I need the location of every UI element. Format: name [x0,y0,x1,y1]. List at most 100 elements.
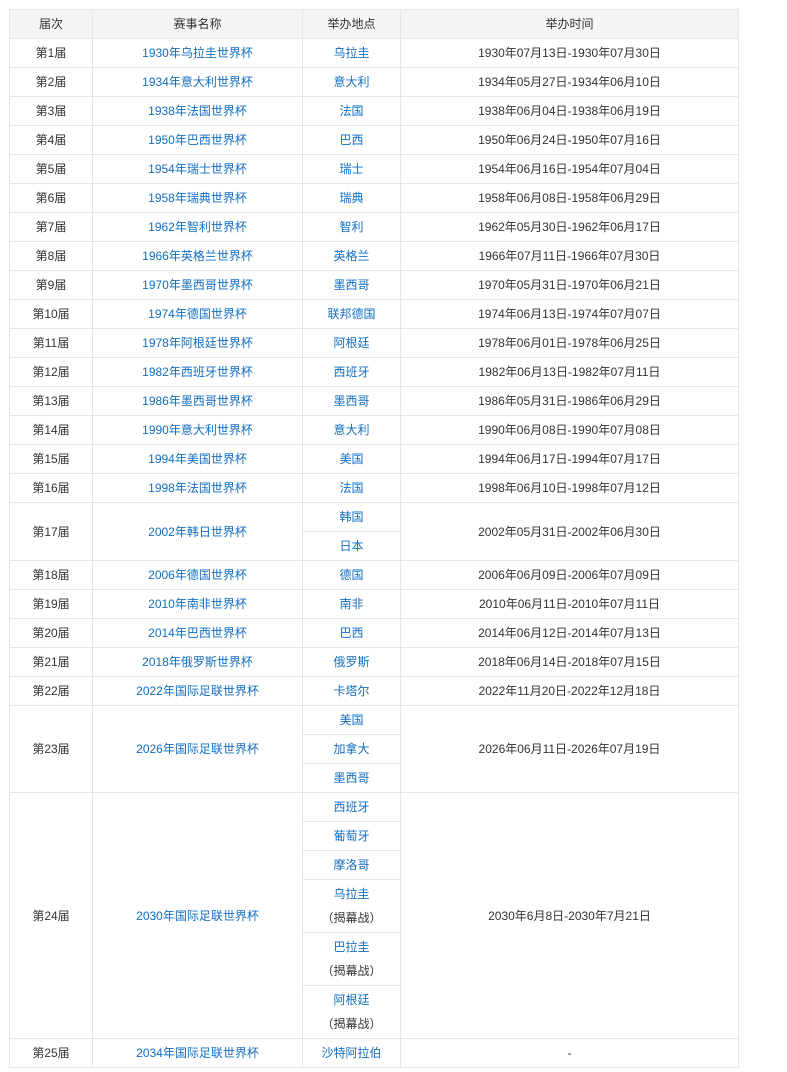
table-row: 第8届 1966年英格兰世界杯 英格兰 1966年07月11日-1966年07月30日 [9,241,739,271]
dates-cell: 2018年06月14日-2018年07月15日 [400,647,739,677]
table-row: 第1届 1930年乌拉圭世界杯 乌拉圭 1930年07月13日-1930年07月30日 [9,38,739,68]
header-dates: 举办时间 [400,9,739,39]
host-country-link[interactable]: 日本 [302,531,401,561]
host-country-name[interactable]: 阿根廷 [333,993,369,1007]
host-country-link[interactable]: 韩国 [302,502,401,532]
event-name-link[interactable]: 2002年韩日世界杯 [92,502,303,561]
host-country-link[interactable]: 墨西哥 [302,386,401,416]
host-country-link[interactable]: 乌拉圭 （揭幕战） [302,879,401,933]
dates-cell: 2010年06月11日-2010年07月11日 [400,589,739,619]
event-name-link[interactable]: 1950年巴西世界杯 [92,125,303,155]
event-name-link[interactable]: 1954年瑞士世界杯 [92,154,303,184]
host-country-link[interactable]: 意大利 [302,67,401,97]
host-country-link[interactable]: 智利 [302,212,401,242]
host-country-link[interactable]: 西班牙 [302,357,401,387]
host-country-name[interactable]: 乌拉圭 [333,887,369,901]
event-name-link[interactable]: 1934年意大利世界杯 [92,67,303,97]
dates-cell: 2002年05月31日-2002年06月30日 [400,502,739,561]
edition-cell: 第13届 [9,386,93,416]
event-name-link[interactable]: 1994年美国世界杯 [92,444,303,474]
event-name-link[interactable]: 2034年国际足联世界杯 [92,1038,303,1068]
host-country-link[interactable]: 英格兰 [302,241,401,271]
header-event-name: 赛事名称 [92,9,303,39]
host-country-link[interactable]: 乌拉圭 [302,38,401,68]
table-row: 第18届 2006年德国世界杯 德国 2006年06月09日-2006年07月09日 [9,560,739,590]
host-country-link[interactable]: 瑞士 [302,154,401,184]
host-country-link[interactable]: 墨西哥 [302,763,401,793]
edition-cell: 第11届 [9,328,93,358]
host-country-link[interactable]: 卡塔尔 [302,676,401,706]
event-name-link[interactable]: 1974年德国世界杯 [92,299,303,329]
table-row: 第7届 1962年智利世界杯 智利 1962年05月30日-1962年06月17日 [9,212,739,242]
host-country-link[interactable]: 俄罗斯 [302,647,401,677]
event-name-link[interactable]: 2026年国际足联世界杯 [92,705,303,793]
dates-cell: 1958年06月08日-1958年06月29日 [400,183,739,213]
table-row: 第6届 1958年瑞典世界杯 瑞典 1958年06月08日-1958年06月29日 [9,183,739,213]
dates-cell: 1962年05月30日-1962年06月17日 [400,212,739,242]
host-country-link[interactable]: 阿根廷 [302,328,401,358]
host-country-link[interactable]: 摩洛哥 [302,850,401,880]
host-note: （揭幕战） [321,911,382,925]
host-country-link[interactable]: 联邦德国 [302,299,401,329]
table-row: 第17届 2002年韩日世界杯 韩国 2002年05月31日-2002年06月30日 [9,502,739,561]
table-row: 第16届 1998年法国世界杯 法国 1998年06月10日-1998年07月12日 [9,473,739,503]
host-country-link[interactable]: 巴拉圭 （揭幕战） [302,932,401,986]
header-row: 届次 赛事名称 举办地点 举办时间 [9,9,739,39]
event-name-link[interactable]: 1962年智利世界杯 [92,212,303,242]
event-name-link[interactable]: 2014年巴西世界杯 [92,618,303,648]
table-row: 第14届 1990年意大利世界杯 意大利 1990年06月08日-1990年07月08… [9,415,739,445]
edition-cell: 第9届 [9,270,93,300]
event-name-link[interactable]: 2030年国际足联世界杯 [92,792,303,1039]
table-row: 第10届 1974年德国世界杯 联邦德国 1974年06月13日-1974年07月07… [9,299,739,329]
host-country-link[interactable]: 沙特阿拉伯 [302,1038,401,1068]
event-name-link[interactable]: 1930年乌拉圭世界杯 [92,38,303,68]
edition-cell: 第15届 [9,444,93,474]
dates-cell: 1950年06月24日-1950年07月16日 [400,125,739,155]
table-row: 第3届 1938年法国世界杯 法国 1938年06月04日-1938年06月19日 [9,96,739,126]
dates-cell: 1990年06月08日-1990年07月08日 [400,415,739,445]
event-name-link[interactable]: 1986年墨西哥世界杯 [92,386,303,416]
event-name-link[interactable]: 1978年阿根廷世界杯 [92,328,303,358]
host-country-link[interactable]: 法国 [302,473,401,503]
event-name-link[interactable]: 1970年墨西哥世界杯 [92,270,303,300]
dates-cell: 1954年06月16日-1954年07月04日 [400,154,739,184]
event-name-link[interactable]: 2022年国际足联世界杯 [92,676,303,706]
host-country-link[interactable]: 美国 [302,705,401,735]
edition-cell: 第24届 [9,792,93,1039]
event-name-link[interactable]: 1938年法国世界杯 [92,96,303,126]
event-name-link[interactable]: 2006年德国世界杯 [92,560,303,590]
host-country-link[interactable]: 加拿大 [302,734,401,764]
event-name-link[interactable]: 1982年西班牙世界杯 [92,357,303,387]
host-country-link[interactable]: 西班牙 [302,792,401,822]
host-country-link[interactable]: 南非 [302,589,401,619]
host-country-link[interactable]: 巴西 [302,125,401,155]
table-row: 第5届 1954年瑞士世界杯 瑞士 1954年06月16日-1954年07月04日 [9,154,739,184]
dates-cell: 1998年06月10日-1998年07月12日 [400,473,739,503]
event-name-link[interactable]: 1990年意大利世界杯 [92,415,303,445]
host-country-link[interactable]: 法国 [302,96,401,126]
event-name-link[interactable]: 1958年瑞典世界杯 [92,183,303,213]
host-country-link[interactable]: 美国 [302,444,401,474]
host-country-link[interactable]: 意大利 [302,415,401,445]
host-country-link[interactable]: 巴西 [302,618,401,648]
host-country-name[interactable]: 巴拉圭 [333,940,369,954]
table-row: 第22届 2022年国际足联世界杯 卡塔尔 2022年11月20日-2022年12月1… [9,676,739,706]
dates-cell: 2026年06月11日-2026年07月19日 [400,705,739,793]
host-country-link[interactable]: 墨西哥 [302,270,401,300]
host-country-link[interactable]: 瑞典 [302,183,401,213]
edition-cell: 第4届 [9,125,93,155]
table-row: 第25届 2034年国际足联世界杯 沙特阿拉伯 - [9,1038,739,1068]
dates-cell: 1978年06月01日-1978年06月25日 [400,328,739,358]
host-country-link[interactable]: 阿根廷 （揭幕战） [302,985,401,1039]
host-country-link[interactable]: 德国 [302,560,401,590]
event-name-link[interactable]: 2018年俄罗斯世界杯 [92,647,303,677]
edition-cell: 第2届 [9,67,93,97]
event-name-link[interactable]: 1966年英格兰世界杯 [92,241,303,271]
edition-cell: 第6届 [9,183,93,213]
host-country-link[interactable]: 葡萄牙 [302,821,401,851]
edition-cell: 第1届 [9,38,93,68]
dates-cell: 1938年06月04日-1938年06月19日 [400,96,739,126]
host-note: （揭幕战） [321,964,382,978]
event-name-link[interactable]: 1998年法国世界杯 [92,473,303,503]
event-name-link[interactable]: 2010年南非世界杯 [92,589,303,619]
